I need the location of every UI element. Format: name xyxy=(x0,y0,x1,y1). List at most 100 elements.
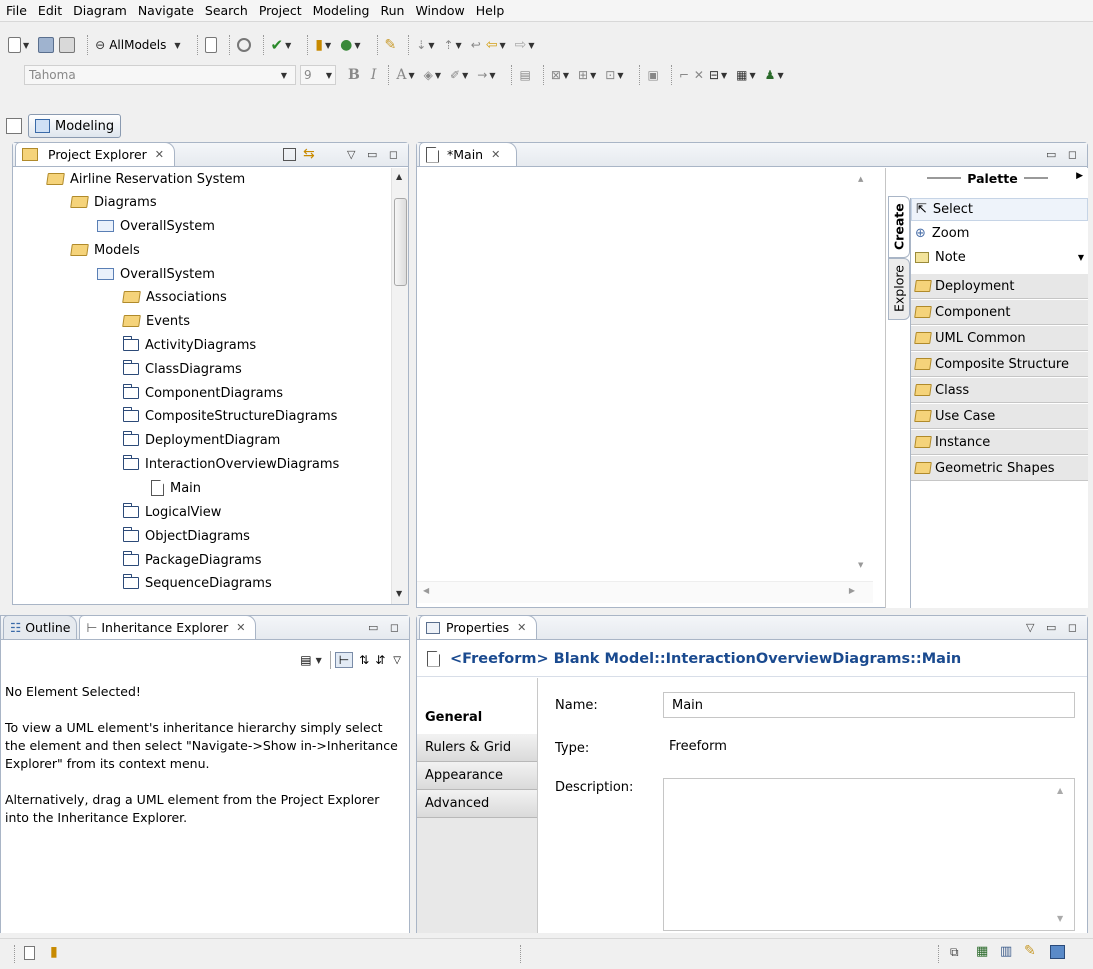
view-menu-icon[interactable]: ▽ xyxy=(393,655,401,666)
scrollbar-thumb[interactable] xyxy=(394,198,407,286)
clipboard-button[interactable] xyxy=(204,37,217,53)
canvas-hscroll[interactable]: ◀ ▶ xyxy=(417,581,873,603)
close-icon[interactable]: ✕ xyxy=(155,148,164,161)
scroll-down-icon[interactable]: ▼ xyxy=(1057,914,1063,923)
people-button[interactable]: ♟ ▼ xyxy=(765,68,788,82)
view-controls[interactable]: ▽ ▭ ◻ xyxy=(347,148,402,161)
menu-window[interactable]: Window xyxy=(415,3,464,18)
models-selector[interactable]: ⊖ AllModels ▼ xyxy=(95,38,184,52)
menu-help[interactable]: Help xyxy=(476,3,505,18)
palette-tab-explore[interactable]: Explore xyxy=(888,258,910,320)
palette-menu-icon[interactable]: ▶ xyxy=(1076,171,1083,181)
line-color-button[interactable]: ✐ ▼ xyxy=(450,68,472,82)
tab-main-diagram[interactable]: *Main ✕ xyxy=(419,142,518,166)
scroll-left-icon[interactable]: ◀ xyxy=(423,586,429,595)
link-with-editor-icon[interactable]: ⇆ xyxy=(303,146,315,162)
palette-tab-create[interactable]: Create xyxy=(888,196,910,258)
tree-item[interactable]: Diagrams xyxy=(70,191,157,213)
auto-size-button[interactable]: ▣ xyxy=(647,68,658,82)
bookmarks-icon[interactable]: ▥ xyxy=(1000,944,1012,959)
scroll-up-icon[interactable]: ▲ xyxy=(396,172,402,181)
delete-button[interactable]: ✕ xyxy=(694,68,704,82)
canvas-vscroll[interactable]: ▲ ▼ xyxy=(855,173,871,571)
menu-modeling[interactable]: Modeling xyxy=(313,3,370,18)
copy-appearance-button[interactable]: ▤ xyxy=(519,68,530,82)
type-hierarchy-icon[interactable]: ⇵ xyxy=(375,653,385,667)
tree-item[interactable]: ComponentDiagrams xyxy=(123,382,283,404)
scroll-up-icon[interactable]: ▲ xyxy=(1057,786,1063,795)
palette-drawer-composite-structure[interactable]: Composite Structure xyxy=(911,351,1088,377)
collapse-all-icon[interactable] xyxy=(283,148,296,161)
palette-drawer-component[interactable]: Component xyxy=(911,299,1088,325)
chart-button[interactable]: ▮ ▼ xyxy=(315,37,335,53)
pen-icon[interactable]: ✎ xyxy=(1024,943,1036,959)
font-size-combo[interactable]: 9 ▼ xyxy=(300,65,336,85)
last-edit-button[interactable]: ↩ xyxy=(471,38,481,52)
properties-tab-general[interactable]: General xyxy=(417,700,537,734)
properties-tab-rulers-grid[interactable]: Rulers & Grid xyxy=(417,734,537,762)
fast-view-icon[interactable] xyxy=(24,946,35,960)
console-icon[interactable] xyxy=(1050,945,1065,959)
scroll-right-icon[interactable]: ▶ xyxy=(849,586,855,595)
tree-item[interactable]: CompositeStructureDiagrams xyxy=(123,405,337,427)
pen-button[interactable]: ✎ xyxy=(385,37,397,53)
menu-file[interactable]: File xyxy=(6,3,27,18)
tree-item[interactable]: DeploymentDiagram xyxy=(123,429,280,451)
bar-chart-icon[interactable]: ▮ xyxy=(50,944,58,960)
menu-project[interactable]: Project xyxy=(259,3,302,18)
view-controls[interactable]: ▽ ▭ ◻ xyxy=(1026,621,1081,634)
settings-button[interactable] xyxy=(236,38,251,52)
tab-inheritance-explorer[interactable]: ⊢ Inheritance Explorer ✕ xyxy=(79,615,257,639)
compartment-button[interactable]: ⊟ ▼ xyxy=(709,68,731,82)
properties-tab-appearance[interactable]: Appearance xyxy=(417,762,537,790)
scroll-down-icon[interactable]: ▼ xyxy=(396,589,402,598)
tab-outline[interactable]: ☷ Outline xyxy=(3,615,78,639)
menu-search[interactable]: Search xyxy=(205,3,248,18)
palette-drawer-instance[interactable]: Instance xyxy=(911,429,1088,455)
tree-item[interactable]: Models xyxy=(70,239,140,261)
forward-button[interactable]: ⇨ ▼ xyxy=(515,37,539,53)
chevron-down-icon[interactable]: ▼ xyxy=(1078,253,1084,262)
project-tree-scrollbar[interactable]: ▲ ▼ xyxy=(391,168,408,604)
open-perspective-button[interactable] xyxy=(6,118,22,134)
tab-project-explorer[interactable]: Project Explorer ✕ xyxy=(15,142,176,166)
menu-diagram[interactable]: Diagram xyxy=(73,3,127,18)
bold-button[interactable]: B xyxy=(348,67,360,83)
close-icon[interactable]: ✕ xyxy=(491,148,500,161)
view-controls[interactable]: ▭ ◻ xyxy=(1046,148,1081,161)
restore-icon[interactable]: ⧉ xyxy=(950,945,959,960)
line-style-button[interactable]: → ▼ xyxy=(477,68,499,82)
close-icon[interactable]: ✕ xyxy=(236,621,245,634)
menu-run[interactable]: Run xyxy=(381,3,405,18)
tree-item[interactable]: LogicalView xyxy=(123,501,221,523)
prev-annotation-button[interactable]: ⇡ ▼ xyxy=(443,38,465,52)
next-annotation-button[interactable]: ⇣ ▼ xyxy=(416,38,438,52)
close-icon[interactable]: ✕ xyxy=(517,621,526,634)
italic-button[interactable]: I xyxy=(371,67,377,83)
palette-drawer-class[interactable]: Class xyxy=(911,377,1088,403)
description-field[interactable] xyxy=(663,778,1075,931)
validate-button[interactable]: ✔ ▼ xyxy=(271,36,296,54)
modeling-perspective-button[interactable]: Modeling xyxy=(28,114,122,138)
tree-item[interactable]: Main xyxy=(151,477,201,499)
palette-tool-zoom[interactable]: ⊕ Zoom xyxy=(911,222,1088,245)
palette-tool-select[interactable]: ⇱ Select xyxy=(911,198,1088,221)
tasks-icon[interactable]: ▦ xyxy=(976,944,988,959)
router-button[interactable]: ⌐ xyxy=(679,68,689,82)
filter-button[interactable]: ▦ ▼ xyxy=(736,68,760,82)
subtype-hierarchy-icon[interactable]: ⇅ xyxy=(359,653,369,667)
menu-edit[interactable]: Edit xyxy=(38,3,62,18)
properties-tab-advanced[interactable]: Advanced xyxy=(417,790,537,818)
tree-item[interactable]: OverallSystem xyxy=(97,215,215,237)
font-name-combo[interactable]: Tahoma ▼ xyxy=(24,65,296,85)
palette-drawer-uml-common[interactable]: UML Common xyxy=(911,325,1088,351)
tree-item[interactable]: PackageDiagrams xyxy=(123,549,261,571)
palette-tool-note[interactable]: Note ▼ xyxy=(911,246,1088,269)
save-button[interactable] xyxy=(38,37,55,53)
name-field[interactable]: Main xyxy=(663,692,1075,718)
arrange-button[interactable]: ⊠ ▼ xyxy=(551,68,573,82)
menu-navigate[interactable]: Navigate xyxy=(138,3,194,18)
tree-item[interactable]: ActivityDiagrams xyxy=(123,334,256,356)
new-wizard-button[interactable]: ▼ xyxy=(8,37,33,53)
palette-drawer-deployment[interactable]: Deployment xyxy=(911,273,1088,299)
